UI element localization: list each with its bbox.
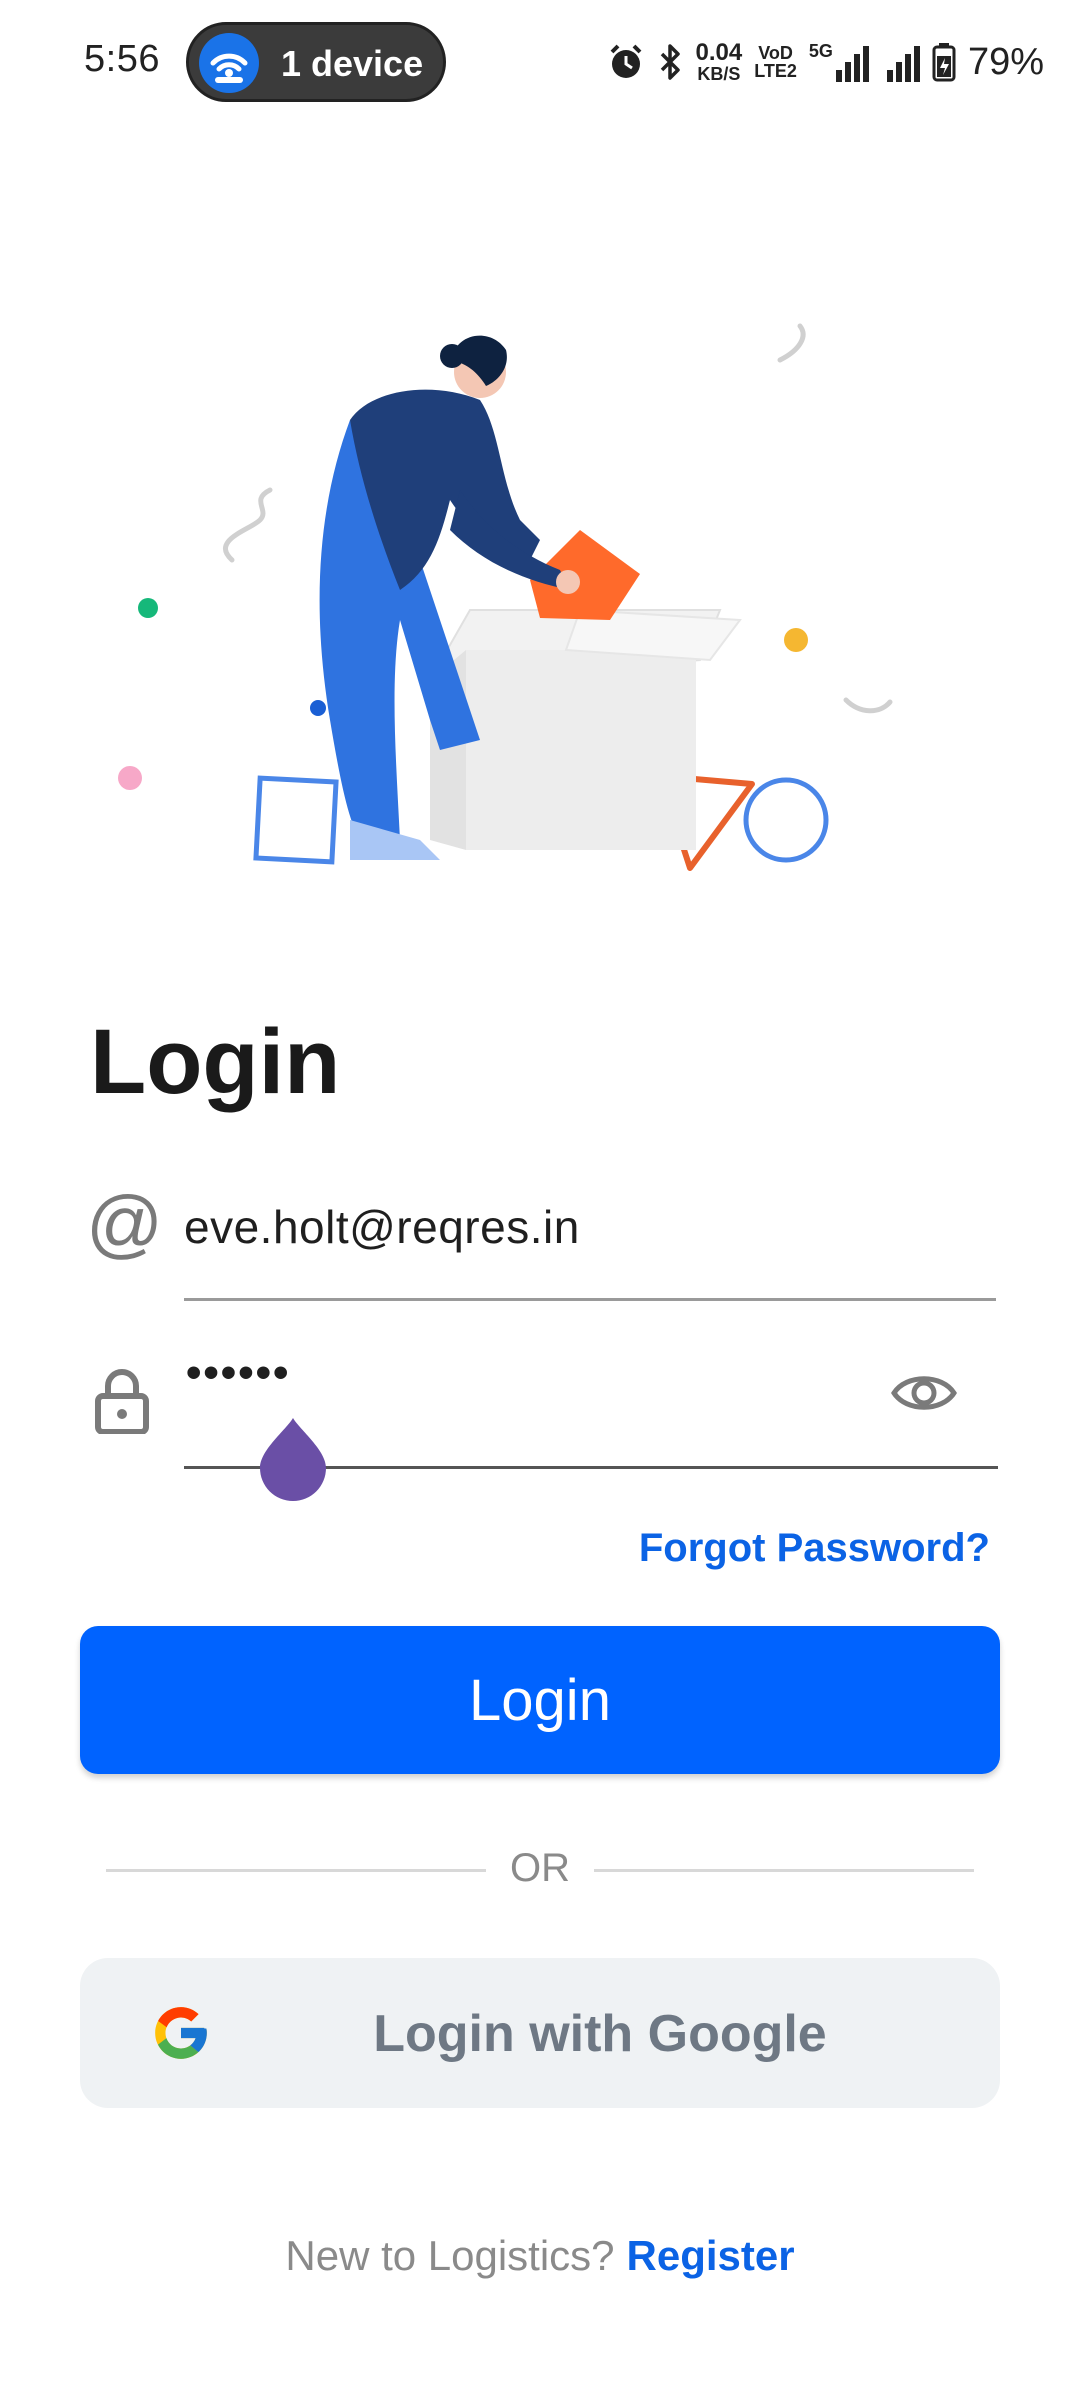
eye-icon[interactable] [890, 1368, 958, 1418]
hotspot-device-pill[interactable]: 1 device [186, 22, 446, 102]
status-bar: 5:56 1 device 0.04 KB/S VoD LTE2 5G 79% [0, 0, 1080, 124]
text-cursor-handle[interactable] [258, 1416, 328, 1502]
register-link[interactable]: Register [627, 2232, 795, 2279]
status-icons: 0.04 KB/S VoD LTE2 5G 79% [606, 34, 1044, 90]
password-field[interactable]: •••••• [186, 1348, 290, 1398]
wifi-hotspot-icon [199, 33, 259, 93]
login-with-google-button[interactable]: Login with Google [80, 1958, 1000, 2108]
or-divider: OR [106, 1840, 974, 1900]
at-icon: @ [86, 1181, 164, 1266]
volte-indicator: VoD LTE2 [754, 43, 797, 81]
divider-line-right [594, 1869, 974, 1872]
bluetooth-icon [660, 44, 680, 80]
forgot-password-link[interactable]: Forgot Password? [639, 1526, 990, 1571]
status-time: 5:56 [84, 38, 160, 80]
alarm-icon [610, 44, 641, 78]
device-count-label: 1 device [281, 43, 424, 84]
battery-percent: 79% [967, 40, 1044, 83]
network-speed: 0.04 KB/S [695, 39, 743, 84]
login-button[interactable]: Login [80, 1626, 1000, 1774]
page-title: Login [90, 1011, 341, 1113]
register-row: New to Logistics? Register [0, 2232, 1080, 2280]
login-with-google-label: Login with Google [373, 2005, 827, 2063]
hero-illustration [100, 320, 980, 920]
signal-icon [886, 42, 920, 82]
signal-5g-icon: 5G [809, 42, 869, 82]
email-field[interactable]: eve.holt@reqres.in [184, 1200, 580, 1254]
email-field-underline [184, 1298, 996, 1301]
lock-icon [95, 1369, 149, 1434]
register-prompt: New to Logistics? [285, 2232, 615, 2279]
battery-charging-icon [932, 43, 956, 82]
